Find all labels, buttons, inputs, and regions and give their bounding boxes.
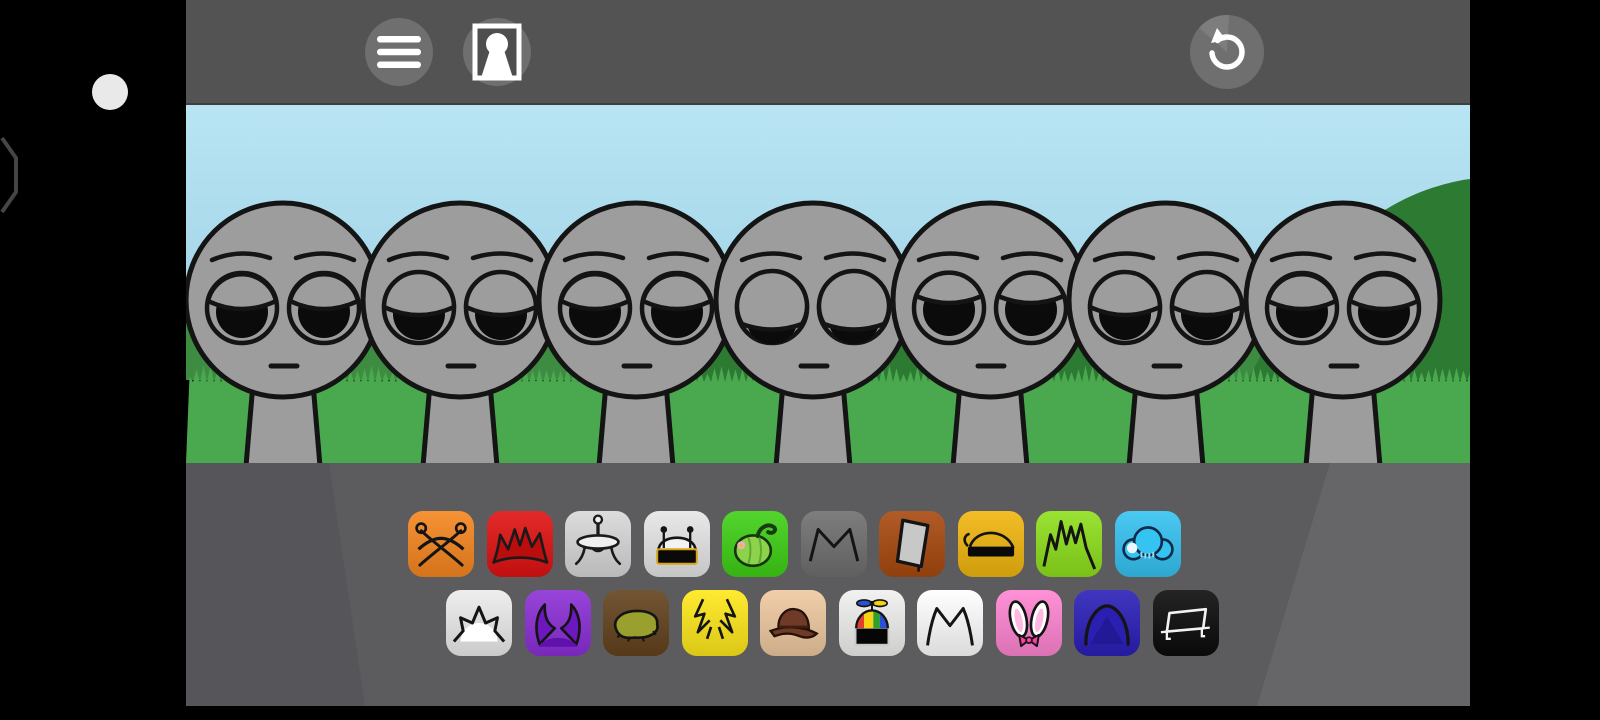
character-5-open-eyes[interactable] — [890, 200, 1090, 463]
portrait-keyhole-icon — [472, 23, 522, 81]
palette-glyph — [1036, 511, 1102, 577]
palette-row-1 — [408, 511, 1181, 577]
character-3-half-eyes[interactable] — [536, 200, 736, 463]
palette-glyph — [565, 511, 631, 577]
hamburger-icon — [377, 36, 421, 68]
palette-glyph — [644, 511, 710, 577]
palette-icon-white-outline-hat[interactable] — [1152, 590, 1219, 656]
palette-icon-robot-visor[interactable] — [643, 511, 710, 577]
palette-icon-bunny-ears[interactable] — [995, 590, 1062, 656]
app-screen — [0, 0, 1600, 720]
palette-icon-gold-visor[interactable] — [957, 511, 1024, 577]
palette-glyph — [760, 590, 826, 656]
palette-glyph — [839, 590, 905, 656]
reset-button[interactable] — [1190, 14, 1264, 89]
character-4-sleepy-eyes[interactable] — [713, 200, 913, 463]
palette-icon-lightning-bolts[interactable] — [681, 590, 748, 656]
palette-glyph — [996, 590, 1062, 656]
floor-shade-right — [1257, 463, 1470, 706]
palette-glyph — [879, 511, 945, 577]
refresh-icon — [1199, 14, 1245, 70]
palette-glyph — [525, 590, 591, 656]
palette-glyph — [1115, 511, 1181, 577]
palette-glyph — [1074, 590, 1140, 656]
header-bar — [186, 0, 1470, 105]
palette-glyph — [446, 590, 512, 656]
palette-icon-devil-horns[interactable] — [524, 590, 591, 656]
character-2-low-eyes[interactable] — [360, 200, 560, 463]
palette-glyph — [958, 511, 1024, 577]
palette-icon-cat-ears-white[interactable] — [917, 590, 983, 656]
edge-notch — [0, 136, 18, 214]
palette-glyph — [682, 590, 748, 656]
palette-icon-fedora[interactable] — [760, 590, 826, 656]
palette-icon-antennae-headband[interactable] — [408, 511, 474, 577]
palette-glyph — [408, 511, 474, 577]
character-select-button[interactable] — [463, 18, 531, 86]
palette-icon-sun-crown[interactable] — [446, 590, 512, 656]
palette-icon-propeller-cap[interactable] — [838, 590, 905, 656]
menu-button[interactable] — [365, 18, 433, 86]
palette-icon-leaning-slab[interactable] — [879, 511, 945, 577]
palette-icon-cloud-ears[interactable] — [1114, 511, 1181, 577]
palette-glyph — [801, 511, 867, 577]
record-dot — [92, 74, 128, 110]
character-7-half-eyes[interactable] — [1243, 200, 1443, 463]
palette-glyph — [722, 511, 788, 577]
palette-icon-spiky-hair[interactable] — [1036, 511, 1102, 577]
character-6-low-eyes[interactable] — [1066, 200, 1266, 463]
floor-shade-left — [186, 463, 365, 706]
palette-row-2 — [446, 590, 1219, 656]
palette-glyph — [917, 590, 983, 656]
palette-icon-plunger-hat[interactable] — [565, 511, 631, 577]
game-viewport — [186, 0, 1470, 706]
character-1-half-eyes[interactable] — [186, 200, 383, 463]
palette-glyph — [603, 590, 669, 656]
palette-glyph — [1153, 590, 1219, 656]
palette-icon-green-gourd[interactable] — [722, 511, 788, 577]
palette-glyph — [487, 511, 553, 577]
palette-icon-flame-crown[interactable] — [486, 511, 553, 577]
palette-icon-cat-ears-shadow[interactable] — [800, 511, 867, 577]
palette-icon-blue-hood[interactable] — [1074, 590, 1140, 656]
palette-icon-moss-wig[interactable] — [603, 590, 669, 656]
stage-floor — [186, 463, 1470, 706]
